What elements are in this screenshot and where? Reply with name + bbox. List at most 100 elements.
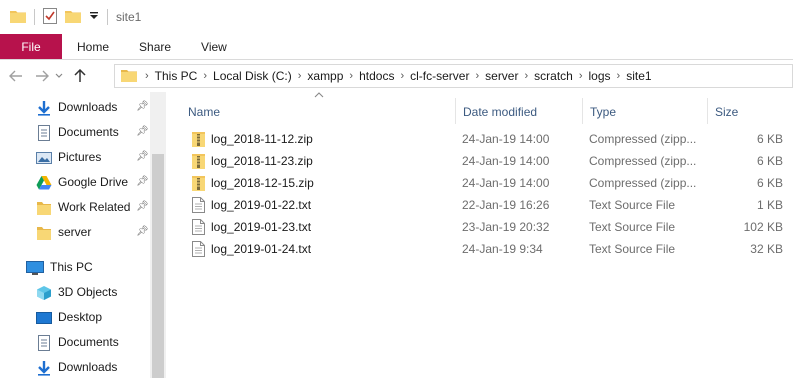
text-file-icon — [192, 219, 205, 235]
column-header-name[interactable]: Name — [182, 100, 452, 124]
new-folder-icon[interactable] — [65, 9, 81, 26]
address-bar[interactable]: › This PC › Local Disk (C:) › xampp › ht… — [114, 64, 793, 88]
chevron-right-icon[interactable]: › — [201, 70, 209, 82]
pin-icon[interactable]: 📌︎ — [136, 226, 149, 237]
sidebar-item-desktop[interactable]: Desktop — [0, 306, 150, 330]
sidebar-item-label: Work Related — [58, 200, 131, 214]
file-row[interactable]: log_2019-01-23.txt 23-Jan-19 20:32 Text … — [188, 216, 793, 238]
file-row[interactable]: log_2018-11-12.zip 24-Jan-19 14:00 Compr… — [188, 128, 793, 150]
file-type: Compressed (zipp... — [589, 132, 697, 146]
file-row[interactable]: log_2019-01-22.txt 22-Jan-19 16:26 Text … — [188, 194, 793, 216]
file-name: log_2018-12-15.zip — [211, 176, 314, 190]
column-header-size[interactable]: Size — [709, 100, 789, 124]
up-arrow-icon[interactable] — [70, 66, 90, 86]
3d-objects-icon — [36, 285, 52, 301]
file-date-modified: 22-Jan-19 16:26 — [462, 198, 550, 212]
column-header-date-modified[interactable]: Date modified — [457, 100, 581, 124]
pin-icon[interactable]: 📌︎ — [136, 151, 149, 162]
chevron-right-icon[interactable]: › — [143, 70, 151, 82]
column-divider[interactable] — [582, 98, 583, 124]
column-divider[interactable] — [707, 98, 708, 124]
breadcrumb-local-disk[interactable]: Local Disk (C:) — [209, 69, 296, 83]
pin-icon[interactable]: 📌︎ — [136, 101, 149, 112]
sidebar-item-server[interactable]: server 📌︎ — [0, 221, 150, 245]
pin-icon[interactable]: 📌︎ — [136, 126, 149, 137]
navigation-scrollbar[interactable] — [150, 92, 166, 378]
sidebar-item-downloads-pc[interactable]: Downloads — [0, 356, 150, 378]
zip-folder-icon — [192, 175, 205, 191]
window-title: site1 — [116, 10, 142, 24]
title-bar: site1 — [0, 0, 793, 34]
computer-icon — [26, 260, 44, 276]
breadcrumb-this-pc[interactable]: This PC — [151, 69, 202, 83]
forward-arrow-icon[interactable] — [32, 66, 52, 86]
chevron-right-icon[interactable]: › — [522, 70, 530, 82]
download-arrow-icon — [36, 360, 52, 376]
navigation-pane: Downloads 📌︎ Documents 📌︎ Pictures 📌︎ Go… — [0, 92, 166, 378]
folder-icon[interactable] — [10, 9, 26, 26]
chevron-right-icon[interactable]: › — [473, 70, 481, 82]
sidebar-item-documents[interactable]: Documents 📌︎ — [0, 121, 150, 145]
sidebar-item-label: Google Drive — [58, 175, 129, 189]
scrollbar-thumb[interactable] — [152, 154, 164, 378]
tab-view[interactable]: View — [186, 34, 242, 59]
sidebar-item-label: Downloads — [58, 100, 118, 114]
chevron-right-icon[interactable]: › — [347, 70, 355, 82]
file-type: Compressed (zipp... — [589, 176, 697, 190]
chevron-right-icon[interactable]: › — [615, 70, 623, 82]
sidebar-item-label: Documents — [58, 335, 119, 349]
file-name: log_2019-01-23.txt — [211, 220, 312, 234]
folder-icon — [36, 200, 52, 216]
sidebar-item-documents-pc[interactable]: Documents — [0, 331, 150, 355]
file-size: 6 KB — [756, 132, 783, 146]
customize-dropdown-icon[interactable] — [89, 10, 99, 24]
pin-icon[interactable]: 📌︎ — [136, 201, 149, 212]
sidebar-item-label: This PC — [50, 260, 93, 274]
title-separator — [107, 9, 108, 25]
documents-icon — [36, 335, 52, 351]
file-date-modified: 24-Jan-19 14:00 — [462, 176, 550, 190]
tab-file[interactable]: File — [0, 34, 62, 59]
column-header-type[interactable]: Type — [584, 100, 704, 124]
pictures-icon — [36, 150, 52, 166]
file-size: 32 KB — [750, 242, 783, 256]
column-divider[interactable] — [455, 98, 456, 124]
file-name: log_2019-01-22.txt — [211, 198, 312, 212]
breadcrumb-site1[interactable]: site1 — [622, 69, 655, 83]
file-name: log_2019-01-24.txt — [211, 242, 312, 256]
sidebar-item-work-related[interactable]: Work Related 📌︎ — [0, 196, 150, 220]
pin-icon[interactable]: 📌︎ — [136, 176, 149, 187]
back-arrow-icon[interactable] — [6, 66, 26, 86]
breadcrumb-scratch[interactable]: scratch — [530, 69, 577, 83]
chevron-right-icon[interactable]: › — [577, 70, 585, 82]
breadcrumb-xampp[interactable]: xampp — [303, 69, 347, 83]
file-date-modified: 24-Jan-19 14:00 — [462, 154, 550, 168]
sidebar-item-label: 3D Objects — [58, 285, 118, 299]
tab-home[interactable]: Home — [62, 34, 124, 59]
file-size: 1 KB — [756, 198, 783, 212]
sidebar-item-pictures[interactable]: Pictures 📌︎ — [0, 146, 150, 170]
chevron-right-icon[interactable]: › — [398, 70, 406, 82]
sidebar-item-3d-objects[interactable]: 3D Objects — [0, 281, 150, 305]
file-row[interactable]: log_2019-01-24.txt 24-Jan-19 9:34 Text S… — [188, 238, 793, 260]
sidebar-item-google-drive[interactable]: Google Drive 📌︎ — [0, 171, 150, 195]
breadcrumb-logs[interactable]: logs — [585, 69, 615, 83]
sidebar-item-this-pc[interactable]: This PC — [0, 256, 150, 280]
download-arrow-icon — [36, 100, 52, 116]
properties-check-icon[interactable] — [43, 7, 57, 27]
tab-share[interactable]: Share — [124, 34, 186, 59]
file-row[interactable]: log_2018-11-23.zip 24-Jan-19 14:00 Compr… — [188, 150, 793, 172]
chevron-right-icon[interactable]: › — [296, 70, 304, 82]
breadcrumb-server[interactable]: server — [481, 69, 522, 83]
sidebar-item-downloads[interactable]: Downloads 📌︎ — [0, 96, 150, 120]
toolbar-separator — [34, 9, 35, 25]
sidebar-item-label: Downloads — [58, 360, 118, 374]
breadcrumb-cl-fc-server[interactable]: cl-fc-server — [406, 69, 473, 83]
recent-locations-chevron-icon[interactable] — [54, 66, 64, 86]
desktop-icon — [36, 310, 52, 326]
file-row[interactable]: log_2018-12-15.zip 24-Jan-19 14:00 Compr… — [188, 172, 793, 194]
file-type: Compressed (zipp... — [589, 154, 697, 168]
google-drive-icon — [36, 175, 52, 191]
breadcrumb-htdocs[interactable]: htdocs — [355, 69, 398, 83]
file-size: 6 KB — [756, 154, 783, 168]
